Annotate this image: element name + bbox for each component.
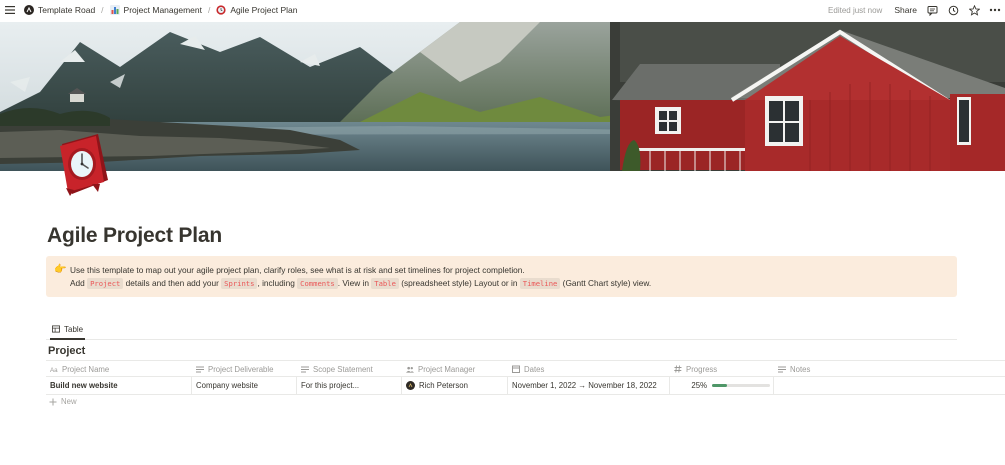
cell-scope-statement[interactable]: For this project... <box>297 377 402 394</box>
breadcrumb-label: Agile Project Plan <box>230 5 298 15</box>
share-button[interactable]: Share <box>894 5 917 15</box>
breadcrumb-agile-project-plan[interactable]: Agile Project Plan <box>214 5 299 15</box>
callout-text: details and then add your <box>123 278 222 288</box>
callout-text: (spreadsheet style) Layout or in <box>398 278 520 288</box>
text-lines-icon <box>301 365 309 373</box>
topbar-actions: Edited just now Share <box>828 0 1001 20</box>
column-label: Project Manager <box>418 364 476 374</box>
template-road-logo-icon <box>24 5 34 15</box>
cell-progress[interactable]: 25% <box>670 377 774 394</box>
add-new-row-button[interactable]: New <box>46 397 77 406</box>
cell-project-name[interactable]: Build new website <box>46 377 192 394</box>
text-lines-icon <box>196 365 204 373</box>
avatar <box>406 381 415 390</box>
database-title[interactable]: Project <box>48 345 85 357</box>
svg-text:Aa: Aa <box>50 367 58 373</box>
new-row-label: New <box>61 397 77 406</box>
column-header-project-manager[interactable]: Project Manager <box>402 361 508 377</box>
breadcrumb-template-road[interactable]: Template Road <box>22 5 97 15</box>
database-view-tabs: Table <box>46 320 957 340</box>
comment-icon[interactable] <box>926 4 938 16</box>
inline-code-comments: Comments <box>297 278 338 289</box>
inline-code-sprints: Sprints <box>221 278 258 289</box>
project-table: Aa Project Name Project Deliverable Scop… <box>46 360 1005 395</box>
cell-notes[interactable] <box>774 377 1005 394</box>
alarm-clock-icon[interactable] <box>58 130 112 200</box>
callout-block[interactable]: 👉 Use this template to map out your agil… <box>46 256 957 297</box>
callout-text: . View in <box>337 278 372 288</box>
cell-project-manager[interactable]: Rich Peterson <box>402 377 508 394</box>
table-header: Aa Project Name Project Deliverable Scop… <box>46 360 1005 377</box>
cell-dates[interactable]: November 1, 2022 → November 18, 2022 <box>508 377 670 394</box>
column-label: Progress <box>686 364 718 374</box>
table-row[interactable]: Build new website Company website For th… <box>46 377 1005 395</box>
callout-text-line2: Add Project details and then add your Sp… <box>70 278 652 289</box>
column-label: Project Deliverable <box>208 364 274 374</box>
breadcrumb-project-management[interactable]: Project Management <box>108 5 204 15</box>
bar-chart-icon <box>109 5 120 15</box>
callout-text: Add <box>70 278 88 288</box>
top-bar: Template Road / Project Management / Agi… <box>0 0 1005 20</box>
history-clock-icon[interactable] <box>947 4 959 16</box>
edited-status: Edited just now <box>828 5 883 15</box>
breadcrumb-separator: / <box>207 5 211 15</box>
column-label: Project Name <box>62 364 110 374</box>
column-header-dates[interactable]: Dates <box>508 361 670 377</box>
inline-code-project: Project <box>87 278 124 289</box>
column-label: Notes <box>790 364 811 374</box>
menu-icon[interactable] <box>4 6 16 14</box>
column-header-progress[interactable]: Progress <box>670 361 774 377</box>
tab-label: Table <box>64 324 84 334</box>
column-label: Scope Statement <box>313 364 373 374</box>
breadcrumb-label: Project Management <box>123 5 202 15</box>
breadcrumb-label: Template Road <box>38 5 96 15</box>
title-aa-icon: Aa <box>50 365 58 373</box>
cover-image[interactable] <box>0 22 1005 171</box>
column-header-project-deliverable[interactable]: Project Deliverable <box>192 361 297 377</box>
column-header-notes[interactable]: Notes <box>774 361 1005 377</box>
inline-code-table: Table <box>371 278 399 289</box>
star-icon[interactable] <box>968 4 980 16</box>
clock-icon <box>216 5 226 15</box>
hash-icon <box>674 365 682 373</box>
progress-bar-track <box>712 384 770 387</box>
pointing-hand-icon: 👉 <box>54 264 67 275</box>
page-title[interactable]: Agile Project Plan <box>47 224 222 248</box>
cell-project-deliverable[interactable]: Company website <box>192 377 297 394</box>
column-label: Dates <box>524 364 545 374</box>
progress-bar-fill <box>712 384 727 387</box>
people-icon <box>406 365 414 373</box>
calendar-icon <box>512 365 520 373</box>
progress-value: 25% <box>691 381 707 390</box>
column-header-scope-statement[interactable]: Scope Statement <box>297 361 402 377</box>
callout-text: , including <box>257 278 298 288</box>
more-options-icon[interactable] <box>989 4 1001 16</box>
plus-icon <box>49 398 57 406</box>
manager-name: Rich Peterson <box>419 381 468 390</box>
tab-table[interactable]: Table <box>50 320 86 340</box>
column-header-project-name[interactable]: Aa Project Name <box>46 361 191 377</box>
breadcrumb-separator: / <box>101 5 104 15</box>
callout-text: (Gantt Chart style) view. <box>560 278 652 288</box>
table-icon <box>52 325 60 333</box>
progress-indicator: 25% <box>674 381 770 390</box>
callout-text-line1: Use this template to map out your agile … <box>70 265 525 275</box>
text-lines-icon <box>778 365 786 373</box>
inline-code-timeline: Timeline <box>519 278 561 289</box>
